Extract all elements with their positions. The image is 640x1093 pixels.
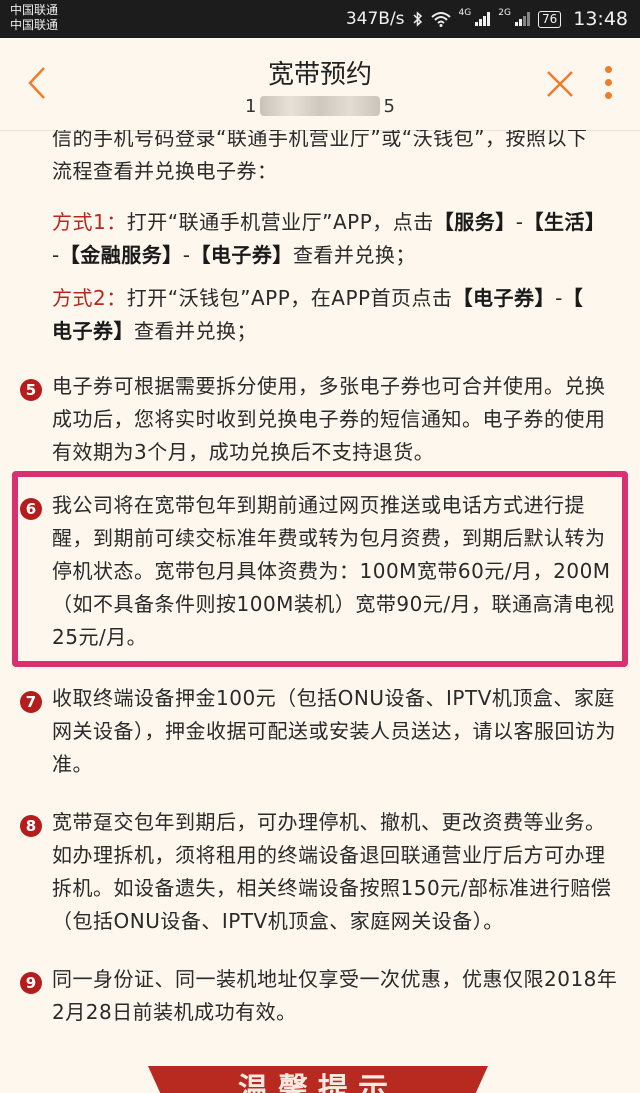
signal-icon-2 bbox=[514, 12, 530, 26]
notice-content[interactable]: 信的手机号码登录“联通手机营业厅”或“沃钱包”，按照以下 流程查看并兑换电子券：… bbox=[0, 130, 640, 1093]
network-type-2: 2G bbox=[498, 8, 511, 18]
network-type-1: 4G bbox=[458, 8, 472, 18]
item-9-text: 同一身份证、同一装机地址仅享受一次优惠，优惠仅限2018年2月28日前装机成功有… bbox=[52, 967, 618, 1024]
wifi-icon bbox=[430, 12, 451, 27]
dash: - bbox=[52, 243, 60, 267]
method-2-step-coupon-2: 电子券】 bbox=[52, 319, 134, 343]
item-5-text: 电子券可根据需要拆分使用，多张电子券也可合并使用。兑换成功后，您将实时收到兑换电… bbox=[52, 374, 606, 464]
nav-bar: 宽带预约 1 5 bbox=[0, 38, 640, 131]
method-2-label: 方式2： bbox=[52, 286, 127, 310]
intro-line-1: 信的手机号码登录“联通手机营业厅”或“沃钱包”，按照以下 bbox=[52, 130, 588, 150]
method-2-bracket: 【 bbox=[562, 286, 584, 310]
status-bar: 中国联通 中国联通 347B/s 4G 2G 76 13:48 bbox=[0, 0, 640, 38]
method-1: 方式1：打开“联通手机营业厅”APP，点击【服务】-【生活】 -【金融服务】-【电… bbox=[52, 206, 622, 272]
item-7-text: 收取终端设备押金100元（包括ONU设备、IPTV机顶盒、家庭网关设备），押金收… bbox=[52, 686, 616, 776]
bluetooth-icon bbox=[413, 11, 422, 27]
method-1-label: 方式1： bbox=[52, 210, 127, 234]
status-indicators: 347B/s 4G 2G 76 13:48 bbox=[346, 0, 628, 38]
carrier-1: 中国联通 bbox=[10, 3, 59, 17]
method-2: 方式2：打开“沃钱包”APP，在APP首页点击【电子券】-【 电子券】查看并兑换； bbox=[52, 282, 622, 348]
battery-icon: 76 bbox=[537, 10, 562, 28]
method-2-step-coupon: 【电子券】 bbox=[452, 286, 556, 310]
item-number-6: 6 bbox=[20, 498, 42, 520]
tips-banner-title: 温馨提示 bbox=[238, 1072, 398, 1093]
close-icon[interactable] bbox=[544, 68, 576, 100]
phone-last-digit: 5 bbox=[383, 95, 395, 117]
phone-blur-mask bbox=[260, 96, 380, 116]
method-1-step-service: 【服务】 bbox=[433, 210, 516, 234]
method-1-text: 打开“联通手机营业厅”APP，点击 bbox=[126, 210, 434, 234]
item-8-text: 宽带趸交包年到期后，可办理停机、撤机、更改资费等业务。如办理拆机，须将租用的终端… bbox=[52, 810, 612, 933]
signal-icon-1 bbox=[475, 12, 491, 26]
dash: - bbox=[555, 286, 563, 310]
method-1-step-finance: 【金融服务】 bbox=[59, 243, 183, 267]
clock: 13:48 bbox=[573, 8, 628, 30]
method-2-tail: 查看并兑换； bbox=[134, 319, 257, 343]
method-1-step-life: 【生活】 bbox=[523, 210, 606, 234]
intro-text: 信的手机号码登录“联通手机营业厅”或“沃钱包”，按照以下 流程查看并兑换电子券： bbox=[52, 130, 622, 188]
item-number-5: 5 bbox=[20, 379, 42, 401]
method-2-text: 打开“沃钱包”APP，在APP首页点击 bbox=[126, 286, 453, 310]
masked-phone-number: 1 5 bbox=[245, 94, 395, 118]
network-speed: 347B/s bbox=[345, 9, 405, 29]
item-6-text: 我公司将在宽带包年到期前通过网页推送或电话方式进行提醒，到期前可续交标准年费或转… bbox=[52, 493, 615, 649]
item-number-7: 7 bbox=[20, 691, 42, 713]
method-1-tail: 查看并兑换； bbox=[292, 243, 416, 267]
intro-line-2: 流程查看并兑换电子券： bbox=[52, 159, 278, 183]
carrier-labels: 中国联通 中国联通 bbox=[10, 3, 58, 33]
item-number-9: 9 bbox=[20, 972, 42, 994]
method-1-step-coupon: 【电子券】 bbox=[190, 243, 293, 267]
carrier-2: 中国联通 bbox=[10, 18, 59, 32]
item-number-8: 8 bbox=[20, 815, 42, 837]
phone-first-digit: 1 bbox=[245, 95, 257, 117]
more-menu-icon[interactable] bbox=[598, 66, 618, 102]
tips-banner: 温馨提示 bbox=[148, 1066, 488, 1093]
